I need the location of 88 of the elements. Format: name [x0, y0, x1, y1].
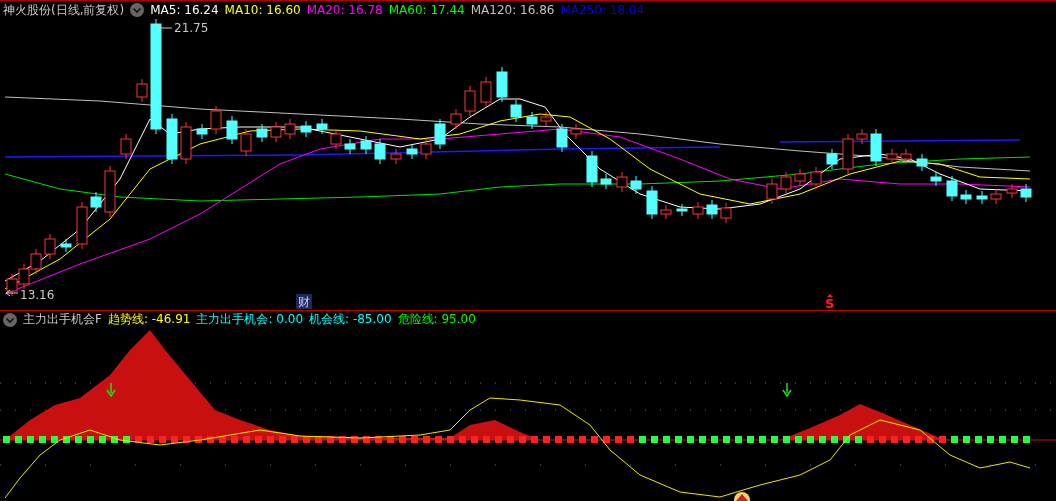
- candlestick: [120, 133, 132, 160]
- candlestick: [76, 201, 88, 250]
- candlestick: [886, 148, 898, 165]
- leader-line: [157, 23, 173, 29]
- candlestick: [692, 201, 704, 220]
- dropdown-icon[interactable]: [130, 3, 145, 17]
- candlestick: [30, 248, 42, 275]
- candlestick: [240, 128, 252, 157]
- candlestick: [104, 165, 116, 218]
- candlestick: [226, 115, 238, 145]
- candlestick: [930, 171, 942, 187]
- candlestick: [496, 66, 508, 103]
- candlestick: [420, 138, 432, 160]
- moving-average-value: MA60: 17.44: [388, 3, 465, 17]
- candlestick: [6, 273, 18, 297]
- indicator-value: 机会线: -85.00: [309, 311, 392, 328]
- candlestick: [616, 171, 628, 193]
- candlestick: [870, 128, 882, 167]
- leader-line: [5, 289, 19, 297]
- moving-average-value: MA5: 16.24: [150, 3, 219, 17]
- moving-average-value: MA250: 18.04: [560, 3, 645, 17]
- moving-average-value: MA20: 16.78: [306, 3, 383, 17]
- candlestick: [136, 78, 148, 103]
- indicator-value: 趋势线: -46.91: [107, 311, 191, 328]
- candlestick: [856, 128, 868, 145]
- candlestick: [826, 148, 838, 170]
- candlestick: [270, 121, 282, 143]
- candlestick: [946, 175, 958, 202]
- dropdown-icon[interactable]: [3, 312, 17, 327]
- candlestick: [646, 185, 658, 220]
- down-arrow-icon: [106, 382, 116, 398]
- candlestick: [526, 111, 538, 130]
- candlestick: [706, 199, 718, 220]
- indicator-value: 主力出手机会: 0.00: [196, 311, 304, 328]
- candlestick: [210, 105, 222, 135]
- candlestick: [450, 108, 462, 130]
- candlestick: [480, 76, 492, 108]
- moving-average-value: MA10: 16.60: [224, 3, 301, 17]
- candlestick: [794, 168, 806, 187]
- candlestick: [18, 263, 30, 290]
- candlestick: [842, 133, 854, 175]
- candlestick: [976, 190, 988, 205]
- candlestick: [360, 135, 372, 155]
- candlestick: [660, 204, 672, 220]
- candlestick: [90, 191, 102, 213]
- candlestick: [166, 113, 178, 165]
- indicator-name: 主力出手机会F: [23, 311, 102, 328]
- candlestick: [556, 123, 568, 153]
- candlestick: [900, 148, 912, 165]
- candlestick: [1006, 183, 1018, 199]
- circle-marker-icon: [734, 492, 750, 501]
- candlestick: [990, 188, 1002, 205]
- candlestick: [44, 233, 56, 260]
- candlestick: [180, 121, 192, 165]
- chart-title: 神火股份(日线,前复权): [3, 1, 125, 19]
- candlestick: [1020, 183, 1032, 203]
- candlestick: [780, 171, 792, 195]
- candlestick: [766, 178, 778, 205]
- candlestick: [256, 123, 268, 143]
- candlestick: [570, 123, 582, 140]
- candlestick: [676, 203, 688, 217]
- candlestick: [630, 175, 642, 195]
- candlestick: [406, 143, 418, 160]
- candlestick: [600, 173, 612, 190]
- candlestick: [464, 85, 476, 117]
- candlestick: [434, 118, 446, 150]
- candlestick: [300, 120, 312, 138]
- candlestick: [344, 138, 356, 155]
- candlestick: [960, 189, 972, 205]
- indicator-value: 危险线: 95.00: [397, 311, 476, 328]
- candlestick: [196, 123, 208, 140]
- moving-average-value: MA120: 16.86: [470, 3, 555, 17]
- candlestick: [330, 128, 342, 150]
- low-price-label: 13.16: [20, 288, 55, 302]
- candlestick: [586, 150, 598, 188]
- candlestick: [540, 111, 552, 127]
- candlestick: [390, 148, 402, 165]
- candlestick: [916, 153, 928, 172]
- candlestick: [510, 99, 522, 123]
- candlestick: [720, 202, 732, 224]
- down-arrow-icon: [782, 382, 792, 398]
- high-price-label: 21.75: [174, 21, 209, 35]
- candlestick: [374, 138, 386, 165]
- candlestick: [284, 118, 296, 140]
- candlestick: [316, 118, 328, 135]
- news-marker[interactable]: 财: [296, 294, 312, 309]
- candlestick: [60, 238, 72, 253]
- candlestick: [810, 166, 822, 190]
